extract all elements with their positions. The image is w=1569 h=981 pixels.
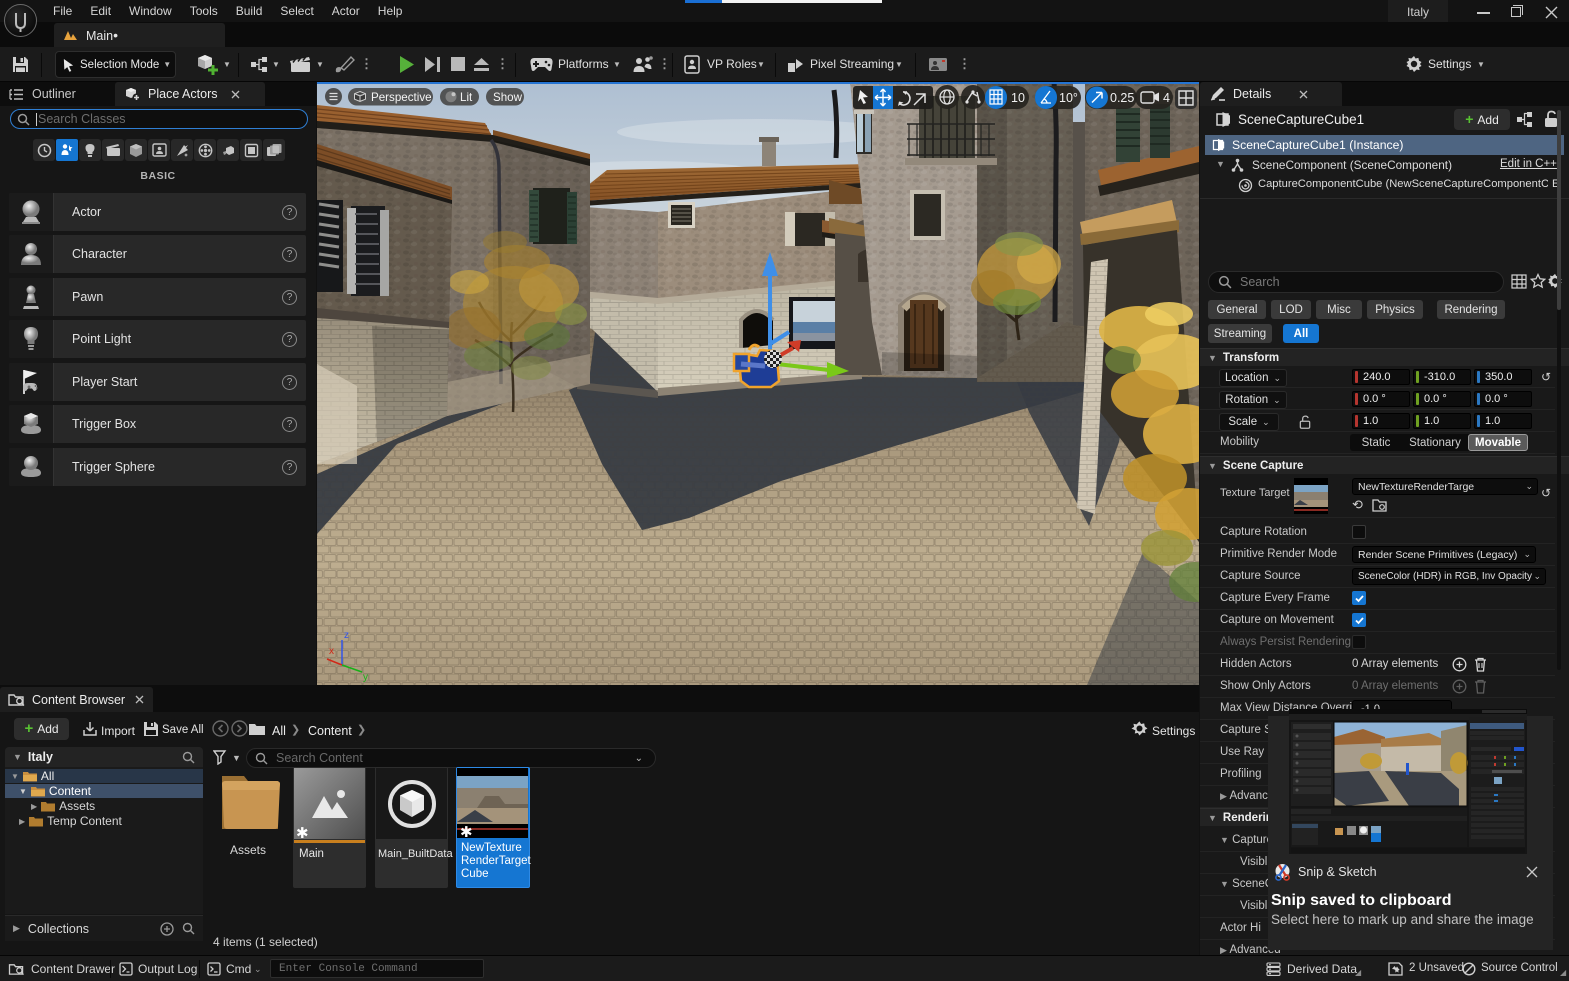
svg-text:Lit: Lit: [460, 91, 473, 104]
svg-text:Perspective: Perspective: [371, 91, 432, 104]
svg-text:Show: Show: [493, 91, 523, 104]
svg-text:z: z: [344, 630, 349, 641]
svg-text:10: 10: [1011, 91, 1025, 105]
svg-text:4: 4: [1163, 91, 1170, 105]
svg-text:0.25: 0.25: [1110, 91, 1134, 105]
svg-text:10°: 10°: [1059, 91, 1078, 105]
svg-text:x: x: [329, 646, 334, 657]
svg-text:y: y: [363, 672, 368, 683]
